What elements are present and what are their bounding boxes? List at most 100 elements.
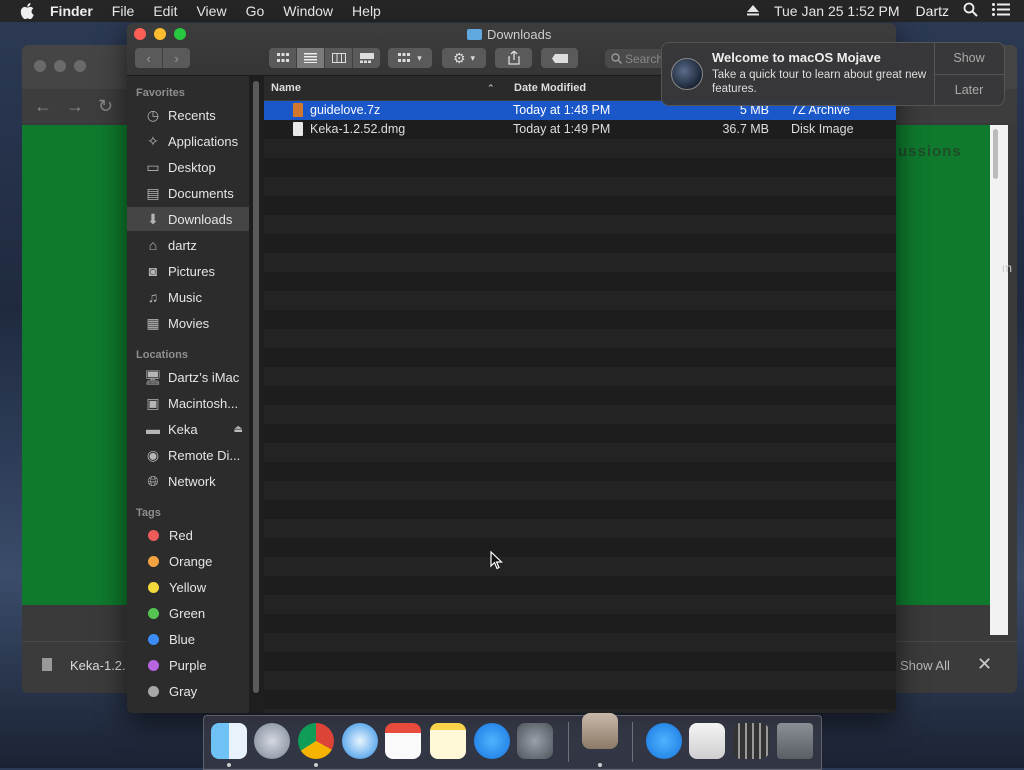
eject-icon[interactable]: ⏏ (234, 424, 243, 435)
system-preferences-dock-icon[interactable] (517, 723, 553, 759)
browser-reload-icon[interactable]: ↻ (98, 96, 113, 117)
apple-menu-icon[interactable] (20, 3, 36, 19)
menu-help[interactable]: Help (352, 3, 381, 19)
tag-dot-icon (148, 633, 159, 645)
browser-forward-icon[interactable]: → (66, 96, 84, 117)
app-store-download-dock-icon[interactable] (646, 723, 682, 759)
sidebar-item-desktop[interactable]: ▭ Desktop (127, 155, 249, 179)
documents-stack-dock-icon[interactable] (689, 723, 725, 759)
sidebar-tag-gray[interactable]: Gray (127, 679, 249, 703)
menu-window[interactable]: Window (283, 3, 333, 19)
column-header-date-modified[interactable]: Date Modified (514, 82, 586, 94)
close-shelf-icon[interactable]: ✕ (977, 654, 992, 675)
forward-button[interactable]: › (163, 48, 190, 68)
notification-later-button[interactable]: Later (934, 83, 1004, 97)
keka-dock-icon[interactable] (582, 713, 618, 749)
column-header-name[interactable]: Name (271, 82, 301, 94)
tag-dot-icon (148, 555, 159, 567)
browser-close-button[interactable] (34, 60, 46, 72)
sidebar-item-label: Keka (168, 421, 198, 437)
sidebar-tag-orange[interactable]: Orange (127, 549, 249, 573)
icon-view-button[interactable] (269, 48, 297, 68)
notification-banner[interactable]: Welcome to macOS Mojave Take a quick tou… (661, 42, 1005, 106)
sidebar-tag-purple[interactable]: Purple (127, 653, 249, 677)
menu-user[interactable]: Dartz (916, 3, 949, 19)
downloads-icon: ⬇ (147, 210, 159, 227)
notification-show-button[interactable]: Show (934, 51, 1004, 65)
file-row[interactable]: Keka-1.2.52.dmg Today at 1:49 PM 36.7 MB… (264, 120, 896, 139)
sidebar-item-label: Yellow (169, 579, 207, 595)
back-button[interactable]: ‹ (135, 48, 163, 68)
window-close-button[interactable] (134, 28, 146, 40)
imac-icon: 🖥︎ (144, 368, 162, 385)
sidebar-item-macintosh-hd[interactable]: ▣ Macintosh... (127, 391, 249, 415)
sidebar-tag-green[interactable]: Green (127, 601, 249, 625)
browser-minimize-button[interactable] (54, 60, 66, 72)
sidebar-item-music[interactable]: ♫ Music (127, 285, 249, 309)
notes-dock-icon[interactable] (430, 723, 466, 759)
window-zoom-button[interactable] (174, 28, 186, 40)
sidebar-item-applications[interactable]: ✧ Applications (127, 129, 249, 153)
sidebar-tag-blue[interactable]: Blue (127, 627, 249, 651)
notification-center-icon[interactable] (992, 3, 1010, 19)
menu-clock[interactable]: Tue Jan 25 1:52 PM (774, 3, 900, 19)
browser-zoom-button[interactable] (74, 60, 86, 72)
sidebar-item-remote-disc[interactable]: ◉ Remote Di... (127, 443, 249, 467)
group-by-button[interactable]: ▾ (388, 48, 432, 68)
share-button[interactable] (495, 48, 532, 68)
tag-dot-icon (148, 529, 159, 541)
sidebar-tag-red[interactable]: Red (127, 523, 249, 547)
sidebar-item-documents[interactable]: ▤ Documents (127, 181, 249, 205)
sidebar-item-network[interactable]: 🌐︎ Network (127, 469, 249, 493)
applications-stack-dock-icon[interactable] (733, 723, 769, 759)
sidebar-item-home[interactable]: ⌂ dartz (127, 233, 249, 257)
gallery-view-button[interactable] (353, 48, 380, 68)
show-all-downloads-button[interactable]: Show All (900, 658, 950, 673)
download-item-name[interactable]: Keka-1.2. (70, 658, 126, 673)
tags-button[interactable] (541, 48, 578, 68)
safari-dock-icon[interactable] (342, 723, 378, 759)
eject-menu-icon[interactable] (746, 3, 760, 19)
sidebar-tag-yellow[interactable]: Yellow (127, 575, 249, 599)
window-minimize-button[interactable] (154, 28, 166, 40)
sidebar-item-imac[interactable]: 🖥︎ Dartz’s iMac (127, 365, 249, 389)
browser-scrollbar-thumb[interactable] (993, 129, 998, 179)
gear-icon: ⚙ (452, 49, 466, 66)
chevron-down-icon: ▾ (417, 52, 422, 63)
spotlight-search-icon[interactable] (963, 2, 978, 20)
sidebar-header-tags: Tags (136, 507, 161, 519)
sidebar-item-movies[interactable]: ▦ Movies (127, 311, 249, 335)
chrome-dock-icon[interactable] (298, 723, 334, 759)
gallery-icon (359, 53, 374, 63)
sidebar-item-downloads[interactable]: ⬇ Downloads (127, 207, 249, 231)
sort-ascending-icon[interactable]: ⌃ (487, 83, 495, 94)
sidebar-item-keka[interactable]: ▬ Keka ⏏ (127, 417, 249, 441)
column-view-button[interactable] (325, 48, 353, 68)
app-store-dock-icon[interactable] (474, 723, 510, 759)
dock-separator (568, 722, 569, 762)
menu-bar: Finder File Edit View Go Window Help Tue… (0, 0, 1024, 22)
finder-dock-icon[interactable] (211, 723, 247, 759)
calendar-dock-icon[interactable] (385, 723, 421, 759)
file-list: Name ⌃ Date Modified guidelove.7z Today … (264, 76, 896, 713)
file-name: guidelove.7z (310, 103, 381, 117)
trash-dock-icon[interactable] (777, 723, 813, 759)
list-view-button[interactable] (297, 48, 325, 68)
menu-go[interactable]: Go (246, 3, 265, 19)
browser-page-letter: m (1002, 261, 1012, 275)
menu-file[interactable]: File (112, 3, 135, 19)
menu-app-name[interactable]: Finder (50, 3, 93, 19)
sidebar-item-recents[interactable]: ◷ Recents (127, 103, 249, 127)
sidebar-scrollbar[interactable] (253, 81, 259, 693)
action-button[interactable]: ⚙ ▾ (442, 48, 486, 68)
search-input[interactable]: Search (605, 49, 665, 68)
sidebar-item-label: Remote Di... (168, 447, 241, 463)
browser-back-icon[interactable]: ← (34, 96, 52, 117)
menu-edit[interactable]: Edit (153, 3, 177, 19)
sidebar: Favorites ◷ Recents ✧ Applications ▭ Des… (127, 76, 249, 713)
sidebar-item-pictures[interactable]: ◙ Pictures (127, 259, 249, 283)
menu-view[interactable]: View (196, 3, 226, 19)
launchpad-dock-icon[interactable] (254, 723, 290, 759)
sidebar-item-label: Blue (169, 631, 196, 647)
running-indicator (314, 763, 318, 767)
